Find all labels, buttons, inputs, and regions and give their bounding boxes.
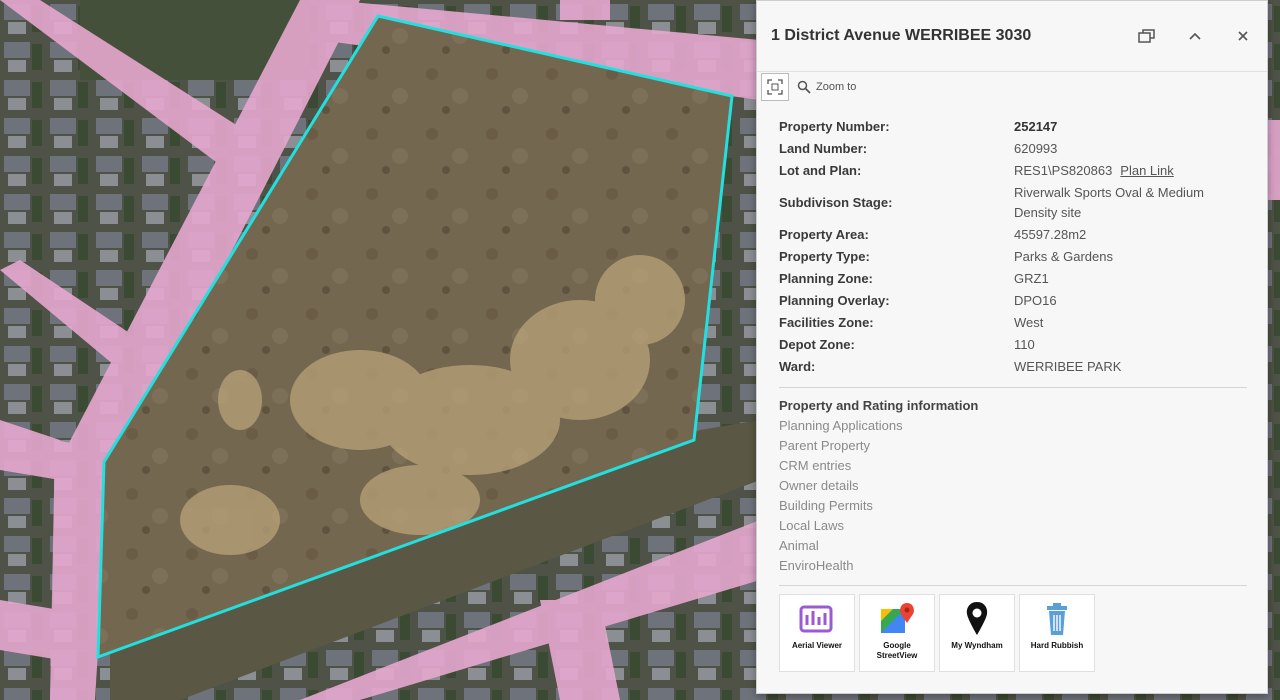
divider bbox=[779, 387, 1247, 388]
popup-header: 1 District Avenue WERRIBEE 3030 bbox=[757, 1, 1267, 72]
attribute-key: Subdivison Stage: bbox=[779, 195, 893, 210]
attribute-row: Ward: WERRIBEE PARK bbox=[779, 356, 1247, 378]
attribute-value: 252147 bbox=[1014, 119, 1058, 134]
link-envirohealth[interactable]: EnviroHealth bbox=[779, 556, 1245, 576]
aerial-viewer-icon bbox=[799, 605, 833, 633]
attribute-row: Depot Zone: 110 bbox=[779, 334, 1247, 356]
plan-link[interactable]: Plan Link bbox=[1120, 163, 1173, 178]
collapse-button[interactable] bbox=[1171, 16, 1219, 56]
attribute-value-cell: RES1\PS820863 Plan Link bbox=[1014, 160, 1247, 182]
close-icon bbox=[1238, 31, 1248, 41]
attribute-value: DPO16 bbox=[1014, 293, 1057, 308]
attribute-row: Facilities Zone: West bbox=[779, 312, 1247, 334]
dock-button[interactable] bbox=[1123, 16, 1171, 56]
select-frame-icon bbox=[767, 79, 783, 95]
zoom-to-label: Zoom to bbox=[816, 81, 857, 93]
attribute-value: GRZ1 bbox=[1014, 271, 1049, 286]
attribute-table: Property Number: 252147 Land Number: 620… bbox=[779, 116, 1247, 378]
location-pin-icon bbox=[966, 602, 988, 635]
link-planning-applications[interactable]: Planning Applications bbox=[779, 416, 1245, 436]
attribute-value: RES1\PS820863 bbox=[1014, 163, 1113, 178]
launcher-label: Hard Rubbish bbox=[1030, 641, 1084, 650]
attribute-row: Lot and Plan: RES1\PS820863 Plan Link bbox=[779, 160, 1247, 182]
attribute-row: Property Number: 252147 bbox=[779, 116, 1247, 138]
attribute-value: WERRIBEE PARK bbox=[1014, 359, 1122, 374]
attributes-section: Property Number: 252147 Land Number: 620… bbox=[757, 102, 1267, 586]
attribute-value: 110 bbox=[1014, 337, 1035, 352]
attribute-key: Planning Zone: bbox=[779, 271, 873, 286]
attribute-row: Planning Overlay: DPO16 bbox=[779, 290, 1247, 312]
attribute-key: Depot Zone: bbox=[779, 337, 855, 352]
attribute-row: Property Type: Parks & Gardens bbox=[779, 246, 1247, 268]
launcher-label: Aerial Viewer bbox=[791, 641, 843, 650]
dock-icon bbox=[1138, 29, 1155, 43]
launcher-bar: Aerial Viewer Google StreetView My Wyndh… bbox=[757, 594, 1267, 672]
attribute-key: Property Number: bbox=[779, 119, 890, 134]
close-button[interactable] bbox=[1219, 16, 1267, 56]
link-crm-entries[interactable]: CRM entries bbox=[779, 456, 1245, 476]
divider bbox=[779, 585, 1247, 586]
aerial-viewer-button[interactable]: Aerial Viewer bbox=[779, 594, 855, 672]
popup-toolbar: Zoom to bbox=[757, 72, 1267, 102]
google-maps-icon bbox=[881, 603, 914, 633]
attribute-key: Planning Overlay: bbox=[779, 293, 890, 308]
my-wyndham-button[interactable]: My Wyndham bbox=[939, 594, 1015, 672]
attribute-key: Lot and Plan: bbox=[779, 163, 862, 178]
link-animal[interactable]: Animal bbox=[779, 536, 1245, 556]
attribute-row: Planning Zone: GRZ1 bbox=[779, 268, 1247, 290]
select-feature-button[interactable] bbox=[761, 73, 789, 101]
popup-title: 1 District Avenue WERRIBEE 3030 bbox=[771, 27, 1032, 44]
magnifier-icon bbox=[797, 80, 811, 94]
attribute-value: West bbox=[1014, 315, 1044, 330]
attribute-value: Riverwalk Sports Oval & Medium Density s… bbox=[1014, 185, 1204, 220]
attribute-key: Land Number: bbox=[779, 141, 868, 156]
rating-heading: Property and Rating information bbox=[779, 398, 979, 413]
attribute-key: Property Type: bbox=[779, 249, 870, 264]
chevron-up-icon bbox=[1189, 32, 1201, 40]
link-parent-property[interactable]: Parent Property bbox=[779, 436, 1245, 456]
zoom-to-button[interactable]: Zoom to bbox=[797, 80, 856, 94]
rubbish-bin-icon bbox=[1047, 603, 1067, 635]
attribute-key: Property Area: bbox=[779, 227, 869, 242]
link-building-permits[interactable]: Building Permits bbox=[779, 496, 1245, 516]
attribute-key: Facilities Zone: bbox=[779, 315, 874, 330]
property-popup: 1 District Avenue WERRIBEE 3030 Zoom to … bbox=[756, 0, 1268, 694]
attribute-value: 45597.28m2 bbox=[1014, 227, 1087, 242]
attribute-key: Ward: bbox=[779, 359, 816, 374]
link-local-laws[interactable]: Local Laws bbox=[779, 516, 1245, 536]
hard-rubbish-button[interactable]: Hard Rubbish bbox=[1019, 594, 1095, 672]
attribute-row: Property Area: 45597.28m2 bbox=[779, 224, 1247, 246]
launcher-label: Google StreetView bbox=[876, 641, 918, 660]
link-owner-details[interactable]: Owner details bbox=[779, 476, 1245, 496]
google-streetview-button[interactable]: Google StreetView bbox=[859, 594, 935, 672]
attribute-value: 620993 bbox=[1014, 141, 1058, 156]
launcher-label: My Wyndham bbox=[951, 641, 1003, 650]
attribute-row: Subdivison Stage: Riverwalk Sports Oval … bbox=[779, 182, 1247, 224]
attribute-row: Land Number: 620993 bbox=[779, 138, 1247, 160]
attribute-value: Parks & Gardens bbox=[1014, 249, 1113, 264]
